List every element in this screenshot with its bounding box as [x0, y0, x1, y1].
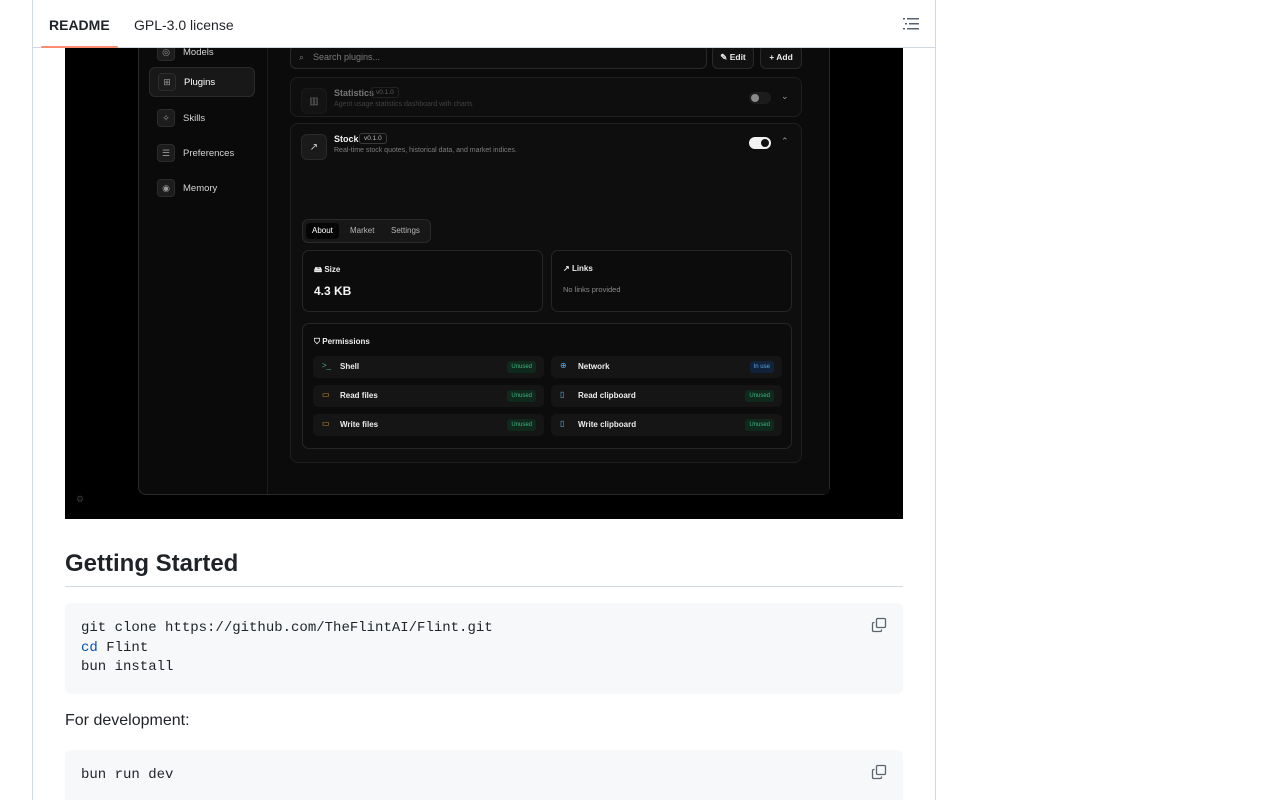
plugins-panel: ⌕ Search plugins... ✎ Edit + Add ▥ Stati…: [267, 48, 829, 494]
readme-container: README GPL-3.0 license ◎ Models ⊞ Plugin…: [32, 0, 936, 800]
plugin-description: Agent usage statistics dashboard with ch…: [334, 101, 473, 108]
sidebar-item-label: Memory: [183, 182, 218, 194]
subtab-market: Market: [350, 226, 375, 235]
plugin-stock: ↗ Stock v0.1.0 Real-time stock quotes, h…: [290, 123, 802, 463]
bar-chart-icon: ▥: [301, 88, 327, 114]
permissions-card: ⛉ Permissions >_ Shell Unused ⊕ Network …: [302, 323, 792, 449]
links-value: No links provided: [563, 285, 621, 294]
size-card: 🖴 Size 4.3 KB: [302, 250, 543, 312]
readme-tabs: README GPL-3.0 license: [33, 0, 935, 48]
memory-icon: ◉: [157, 179, 175, 197]
sidebar-item-label: Models: [183, 48, 214, 58]
perm-status: Unused: [507, 361, 536, 373]
code-line-1: git clone https://github.com/TheFlintAI/…: [81, 620, 493, 636]
links-card: ↗ Links No links provided: [551, 250, 792, 312]
sidebar-item-memory: ◉ Memory: [149, 173, 255, 203]
plugin-description: Real-time stock quotes, historical data,…: [334, 147, 517, 154]
install-code-block: git clone https://github.com/TheFlintAI/…: [65, 603, 903, 694]
chevron-up-icon: ⌃: [781, 136, 789, 146]
clipboard-icon: ▯: [560, 419, 565, 428]
code-line-1: bun run dev: [81, 767, 174, 783]
perm-status: Unused: [745, 390, 774, 402]
skills-icon: ✧: [157, 109, 175, 127]
edit-label: Edit: [729, 52, 746, 62]
plugins-icon: ⊞: [158, 73, 176, 91]
settings-gear-icon: ⚙: [76, 494, 85, 504]
tab-license[interactable]: GPL-3.0 license: [134, 0, 234, 48]
trending-up-icon: ↗: [301, 134, 327, 160]
size-title: 🖴 Size: [314, 265, 341, 274]
getting-started-heading: Getting Started: [65, 550, 239, 577]
stock-toggle: [749, 137, 771, 149]
sidebar-item-label: Preferences: [183, 147, 235, 159]
models-icon: ◎: [157, 48, 175, 61]
size-value: 4.3 KB: [314, 284, 352, 298]
perm-name: Shell: [340, 362, 360, 371]
chevron-down-icon: ⌄: [781, 91, 789, 101]
perm-name: Read clipboard: [578, 391, 636, 400]
plugin-subtabs: About Market Settings: [302, 219, 431, 243]
perm-name: Write clipboard: [578, 420, 637, 429]
add-label: Add: [776, 52, 793, 62]
add-button: + Add: [760, 48, 802, 69]
folder-icon: ▭: [322, 390, 330, 399]
table-of-contents-icon[interactable]: [903, 16, 919, 32]
perm-name: Write files: [340, 420, 379, 429]
dev-paragraph: For development:: [65, 712, 190, 729]
subtab-settings: Settings: [391, 226, 420, 235]
sidebar-item-plugins: ⊞ Plugins: [149, 67, 255, 97]
copy-icon[interactable]: [871, 617, 887, 633]
copy-icon[interactable]: [871, 764, 887, 780]
code-line-2: cd Flint: [81, 640, 148, 656]
perm-name: Network: [578, 362, 610, 371]
perm-status: In use: [749, 361, 774, 373]
sidebar-item-skills: ✧ Skills: [149, 103, 255, 133]
sidebar-item-label: Plugins: [184, 76, 216, 88]
terminal-icon: >_: [322, 361, 332, 370]
perm-shell: >_ Shell Unused: [313, 356, 544, 378]
dev-code-block: bun run dev: [65, 750, 903, 800]
app-window: ◎ Models ⊞ Plugins ✧ Skills ☰ Preference…: [138, 48, 830, 495]
perm-name: Read files: [340, 391, 378, 400]
plugin-name: Statistics: [334, 88, 375, 98]
edit-button: ✎ Edit: [712, 48, 754, 69]
perm-status: Unused: [507, 419, 536, 431]
perm-read-files: ▭ Read files Unused: [313, 385, 544, 407]
plugin-name: Stock: [334, 134, 359, 144]
plugin-statistics: ▥ Statistics v0.1.0 Agent usage statisti…: [290, 77, 802, 117]
code-line-3: bun install: [81, 659, 174, 675]
sidebar-item-models: ◎ Models: [149, 48, 255, 67]
search-placeholder: Search plugins...: [313, 52, 381, 62]
heading-divider: [65, 586, 903, 587]
plugin-version: v0.1.0: [359, 133, 387, 144]
plugin-version: v0.1.0: [371, 87, 399, 98]
preferences-icon: ☰: [157, 144, 175, 162]
search-icon: ⌕: [299, 52, 305, 62]
perm-write-clipboard: ▯ Write clipboard Unused: [551, 414, 782, 436]
search-plugins-input: ⌕ Search plugins...: [290, 48, 707, 69]
globe-icon: ⊕: [560, 361, 567, 370]
perm-status: Unused: [745, 419, 774, 431]
sidebar-item-preferences: ☰ Preferences: [149, 138, 255, 168]
code-text: Flint: [97, 640, 149, 656]
sidebar-item-label: Skills: [183, 112, 206, 124]
perm-network: ⊕ Network In use: [551, 356, 782, 378]
perm-status: Unused: [507, 390, 536, 402]
app-screenshot: ◎ Models ⊞ Plugins ✧ Skills ☰ Preference…: [65, 48, 903, 519]
code-keyword: cd: [81, 640, 98, 656]
statistics-toggle: [749, 92, 771, 104]
tab-readme[interactable]: README: [41, 0, 118, 48]
folder-icon: ▭: [322, 419, 330, 428]
clipboard-icon: ▯: [560, 390, 565, 399]
subtab-about: About: [306, 223, 339, 239]
links-title: ↗ Links: [563, 264, 593, 273]
perm-write-files: ▭ Write files Unused: [313, 414, 544, 436]
perm-read-clipboard: ▯ Read clipboard Unused: [551, 385, 782, 407]
permissions-title: ⛉ Permissions: [314, 337, 370, 346]
